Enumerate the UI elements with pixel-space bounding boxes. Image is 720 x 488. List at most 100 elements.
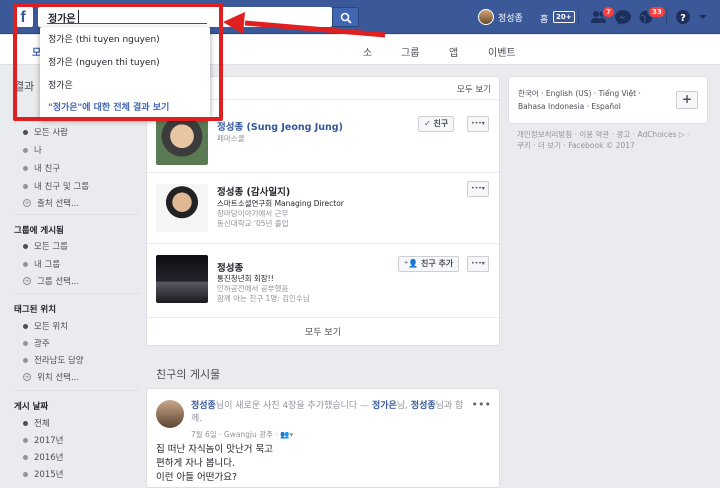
list-item: 정성종 (Sung Jeong Jung) 페마스쿨 ✓ 친구 •••▾ xyxy=(147,113,499,173)
more-options-button[interactable]: •••▾ xyxy=(467,256,489,272)
radio-icon xyxy=(23,323,28,329)
divider xyxy=(666,10,667,24)
radio-icon xyxy=(23,261,28,267)
radio-icon xyxy=(23,420,28,426)
chevron-down-icon[interactable] xyxy=(697,9,709,25)
post-connector: 님, xyxy=(396,401,411,411)
add-language-button[interactable]: + xyxy=(676,91,698,109)
filter-more-link[interactable]: + 위치 선택... xyxy=(23,371,79,383)
filter-label: 나 xyxy=(34,146,42,156)
profile-photo[interactable] xyxy=(156,184,208,232)
divider xyxy=(14,214,139,215)
radio-icon xyxy=(23,129,28,135)
plus-icon: + xyxy=(23,277,31,285)
friends-audience-icon[interactable]: 👥▾ xyxy=(280,430,293,439)
filter-option[interactable]: 모든 위치 xyxy=(23,320,68,332)
footer-links[interactable]: 개인정보처리방침 · 이용 약관 · 광고 · AdChoices ▷ · 쿠키… xyxy=(517,129,697,151)
person-info: 통진청년회 회장!! xyxy=(217,274,274,283)
radio-icon xyxy=(23,437,28,443)
radio-icon xyxy=(23,454,28,460)
tagged-person[interactable]: 정성종 xyxy=(411,401,436,411)
filter-option[interactable]: 내 그룹 xyxy=(23,258,60,270)
tab-events[interactable]: 이벤트 xyxy=(488,44,516,59)
filter-more-link[interactable]: + 그룹 선택... xyxy=(23,275,79,287)
home-badge: 20+ xyxy=(553,11,575,23)
arrow-icon xyxy=(223,12,386,38)
person-name[interactable]: 정성종 xyxy=(217,260,243,274)
friends-posts-title: 친구의 게시물 xyxy=(156,368,221,381)
post-author[interactable]: 정성종 xyxy=(191,401,216,411)
filter-option[interactable]: 모든 그룹 xyxy=(23,240,68,252)
profile-link[interactable]: 정성종 xyxy=(478,9,523,25)
person-info: 동산대학교 '05년 졸업 xyxy=(217,219,289,228)
filter-title-date: 게시 날짜 xyxy=(14,402,49,412)
post-header: 정성종님이 새로운 사진 4장을 추가했습니다 — 정가은님, 정성종님과 함께… xyxy=(191,400,471,426)
list-item: 정성종 (감사일지) 스마트소셜연구회 Managing Director 창마… xyxy=(147,178,499,244)
filter-option[interactable]: 모든 사람 xyxy=(23,126,68,138)
list-item: 정성종 통진청년회 회장!! 인하공전에서 공부했음 함께 아는 친구 1명: … xyxy=(147,249,499,317)
profile-photo[interactable] xyxy=(156,255,208,303)
divider xyxy=(14,293,139,294)
filter-label: 모든 그룹 xyxy=(34,242,68,252)
person-info: 인하공전에서 공부했음 xyxy=(217,284,289,293)
filter-label: 2017년 xyxy=(34,436,64,446)
post-date-location[interactable]: 7월 6일 · Gwangju 광주 · xyxy=(191,430,280,439)
see-all-people-link[interactable]: 모두 보기 xyxy=(147,325,499,338)
see-all-link[interactable]: 모두 보기 xyxy=(457,83,491,95)
divider xyxy=(147,317,499,318)
tagged-person[interactable]: 정가은 xyxy=(372,401,397,411)
filter-option[interactable]: 2016년 xyxy=(23,451,63,463)
filter-option[interactable]: 전체 xyxy=(23,417,50,429)
filter-more-link[interactable]: + 출처 선택... xyxy=(23,197,79,209)
tab-groups[interactable]: 그룹 xyxy=(401,44,419,59)
language-card: 한국어 · English (US) · Tiếng Việt · Bahasa… xyxy=(508,76,708,124)
help-icon[interactable]: ? xyxy=(675,9,693,25)
filter-label: 모든 사람 xyxy=(34,128,68,138)
profile-photo[interactable] xyxy=(156,117,208,165)
home-link[interactable]: 홈 xyxy=(540,12,548,25)
person-info: 페마스쿨 xyxy=(217,134,245,143)
filter-label: 출처 선택... xyxy=(37,199,80,209)
filter-option[interactable]: 내 친구 및 그룹 xyxy=(23,180,89,192)
plus-icon: + xyxy=(23,373,31,381)
plus-icon: + xyxy=(23,199,31,207)
filter-option[interactable]: 전라남도 담양 xyxy=(23,354,84,366)
radio-icon xyxy=(23,147,28,153)
tab-apps[interactable]: 앱 xyxy=(449,44,458,59)
add-friend-button[interactable]: ⁺👤 친구 추가 xyxy=(398,256,460,272)
filter-label: 전라남도 담양 xyxy=(34,356,84,366)
filter-label: 전체 xyxy=(34,419,50,429)
filter-label: 위치 선택... xyxy=(37,373,80,383)
filter-option[interactable]: 2017년 xyxy=(23,434,63,446)
post-line: 집 떠난 자식놈이 맛난거 묵고 xyxy=(156,444,273,455)
post-options-button[interactable]: ••• xyxy=(472,398,491,411)
more-options-button[interactable]: •••▾ xyxy=(467,181,489,197)
person-info: 함께 아는 친구 1명: 김인수님 xyxy=(217,294,310,303)
avatar[interactable] xyxy=(156,400,184,428)
post-line: 이런 아들 어떤가요? xyxy=(156,472,238,483)
radio-icon xyxy=(23,165,28,171)
person-name[interactable]: 정성종 (감사일지) xyxy=(217,184,290,198)
tab-places[interactable]: 소 xyxy=(363,44,372,59)
radio-icon xyxy=(23,357,28,363)
filter-label: 내 그룹 xyxy=(34,260,61,270)
messenger-icon[interactable] xyxy=(614,9,632,25)
filter-label: 광주 xyxy=(34,339,50,349)
language-links[interactable]: 한국어 · English (US) · Tiếng Việt · Bahasa… xyxy=(518,87,658,113)
filter-option[interactable]: 2015년 xyxy=(23,468,63,480)
filter-label: 내 친구 및 그룹 xyxy=(34,182,90,192)
filter-label: 모든 위치 xyxy=(34,322,68,332)
notifications-badge: 33 xyxy=(648,6,666,18)
post-action: 님이 새로운 사진 4장을 추가했습니다 — xyxy=(215,401,372,411)
person-name[interactable]: 정성종 (Sung Jeong Jung) xyxy=(217,119,343,133)
filter-option[interactable]: 광주 xyxy=(23,337,50,349)
person-info: 창마당이야기에서 근무 xyxy=(217,209,289,218)
filter-option[interactable]: 내 친구 xyxy=(23,162,60,174)
post-card: 정성종님이 새로운 사진 4장을 추가했습니다 — 정가은님, 정성종님과 함께… xyxy=(146,388,500,488)
highlight-box xyxy=(13,3,223,121)
more-options-button[interactable]: •••▾ xyxy=(467,116,489,132)
friend-status-button[interactable]: ✓ 친구 xyxy=(418,116,455,132)
post-line: 편하게 자나 봅니다. xyxy=(156,458,235,469)
filter-option[interactable]: 나 xyxy=(23,144,42,156)
filter-title-group: 그룹에 게시됨 xyxy=(14,226,64,236)
